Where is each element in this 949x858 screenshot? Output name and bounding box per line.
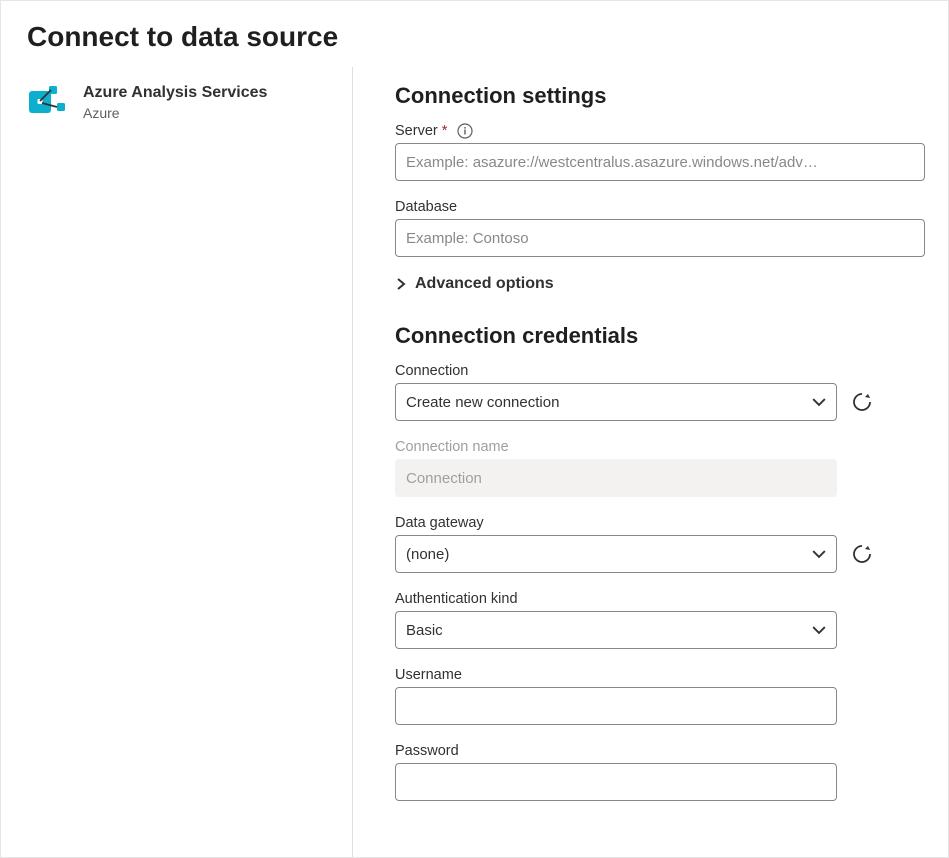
azure-analysis-services-icon: [27, 83, 67, 123]
username-label: Username: [395, 667, 928, 683]
auth-kind-select-value: Basic: [406, 622, 443, 639]
chevron-down-icon: [812, 547, 826, 561]
database-input[interactable]: [395, 219, 925, 257]
password-input[interactable]: [395, 763, 837, 801]
settings-heading: Connection settings: [395, 83, 928, 109]
advanced-options-toggle[interactable]: Advanced options: [395, 275, 928, 293]
password-label: Password: [395, 743, 928, 759]
connection-select-value: Create new connection: [406, 394, 559, 411]
server-label: Server *: [395, 123, 928, 139]
credentials-heading: Connection credentials: [395, 323, 928, 349]
settings-panel: Connection settings Server *: [353, 67, 948, 857]
data-gateway-select[interactable]: (none): [395, 535, 837, 573]
data-source-item[interactable]: Azure Analysis Services Azure: [27, 83, 352, 123]
connection-label: Connection: [395, 363, 928, 379]
data-gateway-select-value: (none): [406, 546, 449, 563]
info-icon[interactable]: [457, 123, 473, 139]
refresh-connection-button[interactable]: [851, 391, 873, 413]
connection-name-input: [395, 459, 837, 497]
dialog: Connect to data source Azure Analysis Se…: [0, 0, 949, 858]
required-indicator: *: [442, 123, 448, 139]
advanced-options-label: Advanced options: [415, 275, 554, 293]
server-label-text: Server: [395, 123, 438, 139]
data-source-vendor: Azure: [83, 105, 267, 121]
connection-name-label: Connection name: [395, 439, 928, 455]
data-source-name: Azure Analysis Services: [83, 83, 267, 103]
database-label: Database: [395, 199, 928, 215]
content: Azure Analysis Services Azure Connection…: [1, 67, 948, 857]
server-input[interactable]: [395, 143, 925, 181]
chevron-down-icon: [812, 395, 826, 409]
chevron-right-icon: [395, 278, 407, 290]
data-gateway-label: Data gateway: [395, 515, 928, 531]
auth-kind-label: Authentication kind: [395, 591, 928, 607]
chevron-down-icon: [812, 623, 826, 637]
refresh-gateway-button[interactable]: [851, 543, 873, 565]
connection-select[interactable]: Create new connection: [395, 383, 837, 421]
auth-kind-select[interactable]: Basic: [395, 611, 837, 649]
page-title: Connect to data source: [1, 1, 948, 67]
username-input[interactable]: [395, 687, 837, 725]
source-panel: Azure Analysis Services Azure: [1, 67, 353, 857]
